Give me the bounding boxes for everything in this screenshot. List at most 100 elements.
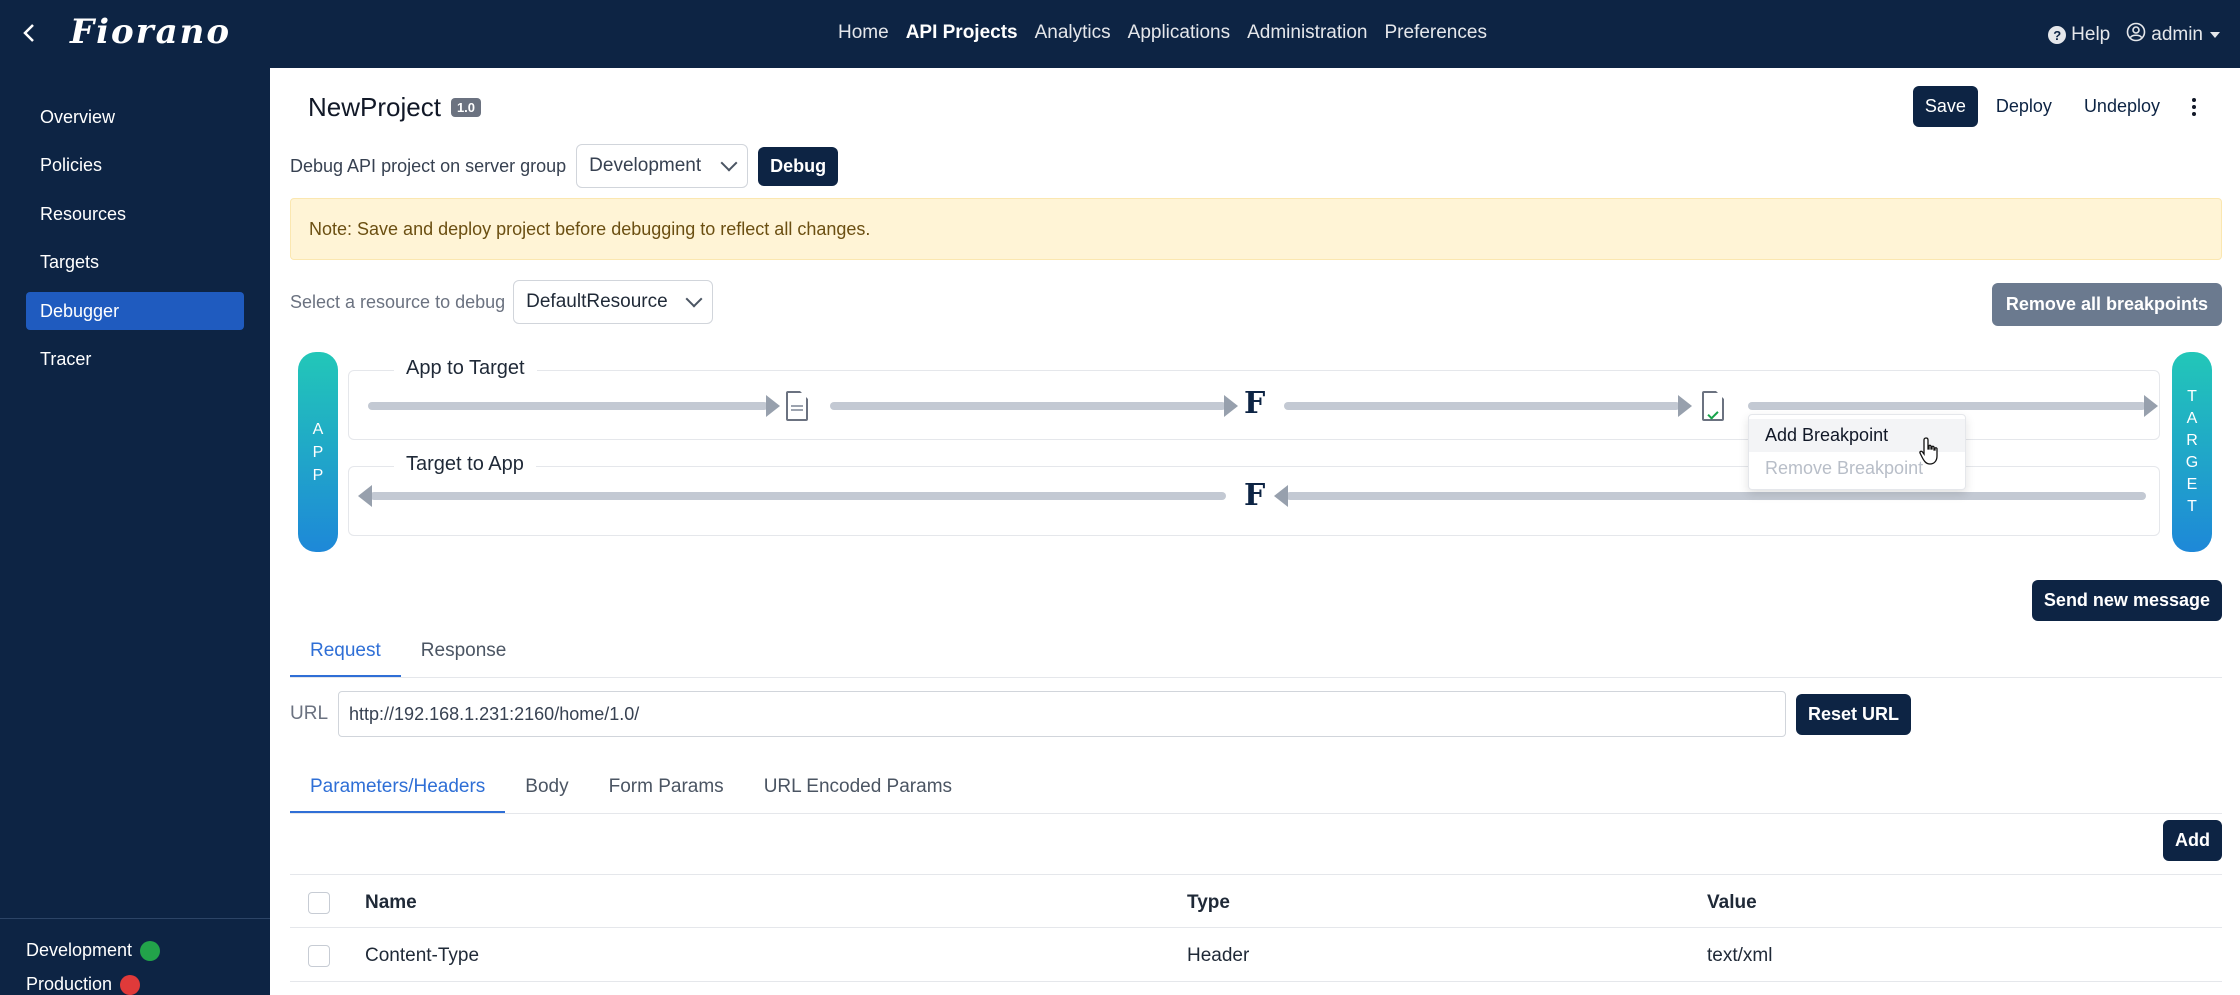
param-name: Content-Type: [365, 945, 480, 966]
param-tabs: Parameters/Headers Body Form Params URL …: [290, 766, 2222, 814]
page-title: NewProject 1.0: [308, 92, 482, 123]
resource-row: Select a resource to debug DefaultResour…: [290, 280, 714, 324]
main-content: NewProject 1.0 Save Deploy Undeploy Debu…: [270, 68, 2240, 995]
sidebar-item-tracer[interactable]: Tracer: [26, 340, 244, 378]
back-arrow-icon[interactable]: [14, 18, 44, 48]
target-letter: R: [2186, 432, 2198, 449]
lane-app-to-target-title: App to Target: [394, 357, 537, 380]
nav-api-projects[interactable]: API Projects: [906, 22, 1018, 44]
nav-preferences[interactable]: Preferences: [1385, 22, 1487, 44]
env-production-label: Production: [26, 974, 113, 994]
resource-select[interactable]: DefaultResource: [513, 280, 714, 324]
flow-arrow: [368, 395, 780, 417]
sidebar-item-resources[interactable]: Resources: [26, 195, 244, 233]
target-letter: E: [2186, 476, 2198, 493]
help-label: Help: [2071, 24, 2111, 45]
tab-parameters-headers[interactable]: Parameters/Headers: [290, 766, 506, 813]
fiorano-logo[interactable]: Fiorano: [70, 12, 231, 52]
params-table: Name Type Value Content-Type Header text…: [290, 874, 2222, 982]
app-endpoint: A P P: [298, 352, 338, 552]
save-button[interactable]: Save: [1912, 86, 1978, 127]
server-group-value: Development: [589, 155, 702, 176]
top-navbar: Fiorano Home API Projects Analytics Appl…: [0, 0, 2240, 68]
undeploy-button[interactable]: Undeploy: [2070, 86, 2174, 127]
info-note: Note: Save and deploy project before deb…: [290, 198, 2222, 260]
table-header: Name Type Value: [290, 874, 2222, 928]
fiorano-flow-icon[interactable]: F: [1244, 478, 1265, 513]
hand-cursor-icon: [1918, 436, 1942, 466]
chevron-down-icon: [685, 290, 703, 308]
param-value: text/xml: [1707, 945, 1773, 966]
top-right-menu: ? Help admin: [2048, 22, 2220, 48]
add-param-button[interactable]: Add: [2163, 820, 2222, 861]
sidebar: Overview Policies Resources Targets Debu…: [0, 68, 270, 995]
column-header-name: Name: [365, 892, 417, 913]
project-actions: Save Deploy Undeploy: [1912, 86, 2206, 127]
debug-label: Debug API project on server group: [290, 155, 567, 176]
app-letter: P: [312, 466, 324, 484]
debug-button[interactable]: Debug: [758, 146, 839, 186]
select-all-checkbox[interactable]: [308, 892, 330, 914]
server-group-select[interactable]: Development: [576, 144, 749, 188]
deploy-button[interactable]: Deploy: [1982, 86, 2066, 127]
target-letter: T: [2187, 498, 2197, 515]
url-input[interactable]: [338, 691, 1787, 737]
remove-all-breakpoints-button[interactable]: Remove all breakpoints: [1991, 283, 2222, 326]
param-type: Header: [1187, 945, 1250, 966]
policy-doc-icon[interactable]: [786, 391, 808, 421]
project-name: NewProject: [308, 92, 441, 122]
target-letter: T: [2187, 388, 2197, 405]
lane-target-to-app-title: Target to App: [394, 453, 536, 476]
user-menu[interactable]: admin: [2126, 22, 2220, 48]
sidebar-item-overview[interactable]: Overview: [26, 98, 244, 136]
tab-request[interactable]: Request: [290, 630, 401, 677]
target-letter: A: [2186, 410, 2198, 427]
tab-form-params[interactable]: Form Params: [589, 766, 744, 813]
more-options-icon[interactable]: [2182, 87, 2206, 127]
flow-arrow: [1274, 485, 2146, 507]
resource-label: Select a resource to debug: [290, 291, 506, 312]
nav-home[interactable]: Home: [838, 22, 889, 44]
nav-administration[interactable]: Administration: [1247, 22, 1367, 44]
status-dot-red: [120, 974, 141, 995]
column-header-value: Value: [1707, 892, 1757, 913]
flow-arrow: [358, 485, 1226, 507]
target-letter: G: [2185, 454, 2199, 471]
nav-applications[interactable]: Applications: [1128, 22, 1230, 44]
env-development[interactable]: Development: [26, 940, 161, 961]
send-new-message-button[interactable]: Send new message: [2031, 580, 2222, 621]
help-icon: ?: [2048, 26, 2067, 44]
debug-row: Debug API project on server group Develo…: [290, 144, 839, 188]
main-nav: Home API Projects Analytics Applications…: [838, 22, 1504, 44]
target-endpoint: T A R G E T: [2172, 352, 2212, 552]
sidebar-item-debugger[interactable]: Debugger: [26, 292, 244, 330]
env-production[interactable]: Production: [26, 974, 141, 995]
reset-url-button[interactable]: Reset URL: [1796, 693, 1912, 735]
flow-arrow: [1748, 395, 2158, 417]
caret-down-icon: [2210, 32, 2220, 38]
flow-arrow: [1284, 395, 1692, 417]
status-dot-green: [140, 940, 161, 961]
tab-body[interactable]: Body: [505, 766, 588, 813]
url-row: URL Reset URL: [290, 691, 1912, 737]
help-link[interactable]: ? Help: [2048, 24, 2110, 46]
column-header-type: Type: [1187, 892, 1230, 913]
url-label: URL: [290, 703, 329, 724]
table-row: Content-Type Header text/xml: [290, 928, 2222, 982]
app-letter: A: [312, 420, 324, 438]
tab-response[interactable]: Response: [401, 630, 527, 677]
fiorano-flow-icon[interactable]: F: [1244, 386, 1265, 421]
sidebar-item-policies[interactable]: Policies: [26, 146, 244, 184]
row-checkbox[interactable]: [308, 945, 330, 967]
nav-analytics[interactable]: Analytics: [1035, 22, 1111, 44]
sidebar-item-targets[interactable]: Targets: [26, 243, 244, 281]
resource-value: DefaultResource: [526, 291, 668, 312]
flow-arrow: [830, 395, 1238, 417]
policy-doc-checked-icon[interactable]: [1702, 391, 1724, 421]
sidebar-divider: [0, 918, 270, 919]
chevron-down-icon: [720, 154, 738, 172]
user-name: admin: [2151, 24, 2203, 45]
version-badge: 1.0: [450, 98, 482, 117]
tab-url-encoded-params[interactable]: URL Encoded Params: [744, 766, 972, 813]
app-letter: P: [312, 443, 324, 461]
